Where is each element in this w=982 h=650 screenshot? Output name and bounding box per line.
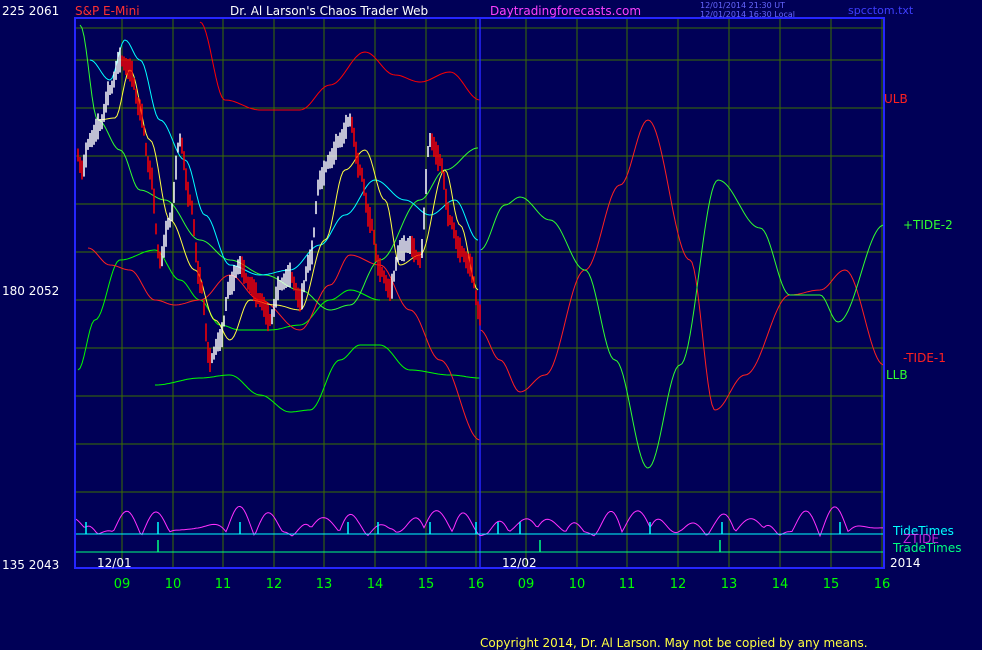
x-tick-label-12: 13 <box>721 577 738 592</box>
label-llb: LLB <box>886 368 908 382</box>
y-label-bottom: 135 2043 <box>2 558 60 572</box>
symbol-label: S&P E-Mini <box>75 4 140 18</box>
date-label-1202: 12/02 <box>502 556 537 570</box>
x-tick-label-11: 12 <box>670 577 687 592</box>
x-tick-label-0: 09 <box>114 577 131 592</box>
x-tick-label-13: 14 <box>772 577 789 592</box>
label-tide1: -TIDE-1 <box>903 351 946 365</box>
y-label-mid: 180 2052 <box>2 284 60 298</box>
x-tick-label-8: 09 <box>518 577 535 592</box>
label-trade-times: TradeTimes <box>893 541 962 555</box>
label-ulb: ULB <box>884 92 908 106</box>
time-local: 12/01/2014 16:30 Local <box>700 10 795 19</box>
time-utc: 12/01/2014 21:30 UT <box>700 1 785 10</box>
x-tick-label-2: 11 <box>215 577 232 592</box>
x-tick-label-14: 15 <box>823 577 840 592</box>
site-link[interactable]: Daytradingforecasts.com <box>490 4 641 18</box>
date-label-1201: 12/01 <box>97 556 132 570</box>
x-tick-label-6: 15 <box>418 577 435 592</box>
x-tick-label-10: 11 <box>619 577 636 592</box>
y-label-top: 225 2061 <box>2 4 60 18</box>
x-tick-label-7: 16 <box>468 577 485 592</box>
chart-canvas: 09 10 11 12 13 14 15 16 09 10 11 12 13 14 15 16 <box>0 0 982 650</box>
x-tick-label-9: 10 <box>569 577 586 592</box>
year-label: 2014 <box>890 556 921 570</box>
file-name: spcctom.txt <box>848 4 914 17</box>
page-title: Dr. Al Larson's Chaos Trader Web <box>230 4 429 18</box>
x-tick-label-5: 14 <box>367 577 384 592</box>
x-tick-label-15: 16 <box>874 577 891 592</box>
x-tick-label-3: 12 <box>266 577 283 592</box>
label-tide2: +TIDE-2 <box>903 218 953 232</box>
x-tick-label-4: 13 <box>316 577 333 592</box>
copyright-text: Copyright 2014, Dr. Al Larson. May not b… <box>480 636 868 650</box>
x-tick-label-1: 10 <box>165 577 182 592</box>
